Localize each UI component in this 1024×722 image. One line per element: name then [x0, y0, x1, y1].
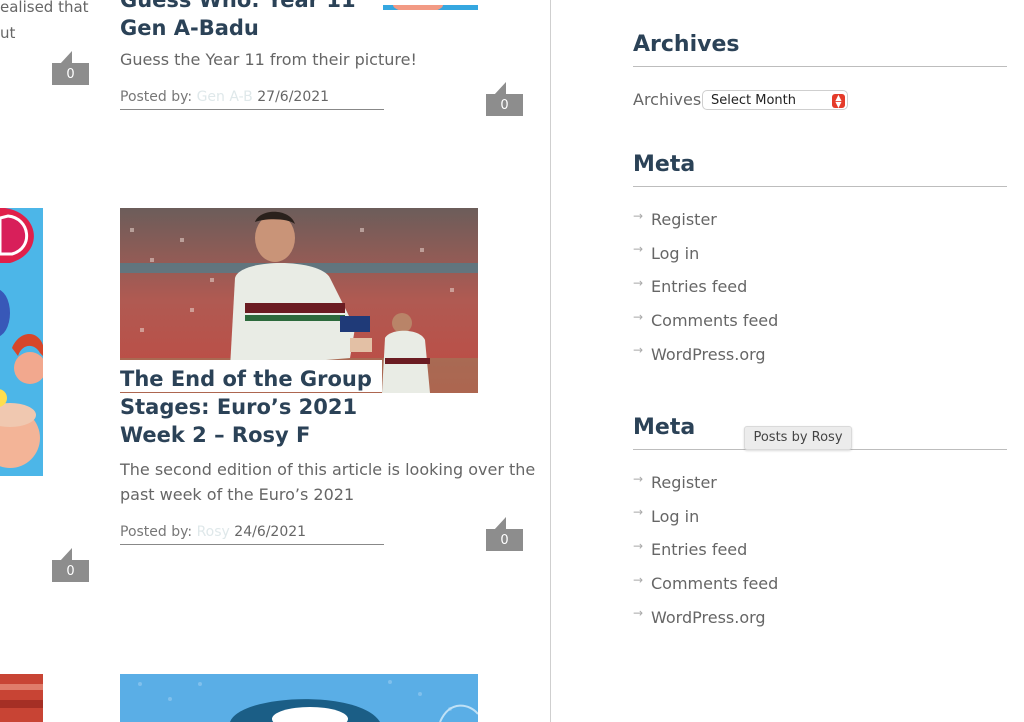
post-thumbnail[interactable]	[383, 0, 478, 10]
list-item[interactable]: → Entries feed	[633, 533, 778, 567]
arrow-right-icon: →	[633, 572, 644, 587]
meta-widget-title: Meta	[633, 150, 1007, 187]
comment-count-badge[interactable]: 0	[486, 517, 523, 551]
post-title[interactable]: Guess Who: Year 11 Gen A-Badu	[120, 0, 356, 42]
archives-widget-title: Archives	[633, 30, 1007, 67]
truncated-excerpt: ealised that ut	[0, 0, 89, 42]
list-item[interactable]: → Log in	[633, 500, 778, 534]
thumbnail-image	[120, 674, 478, 722]
meta-links: → Register → Log in → Entries feed → Comment…	[633, 203, 778, 371]
list-item[interactable]: → Entries feed	[633, 270, 778, 304]
arrow-right-icon: →	[633, 343, 644, 358]
list-item[interactable]: → WordPress.org	[633, 600, 778, 634]
cartoon-thumbnail-image	[0, 208, 43, 476]
post-meta: Posted by: Gen A-B 27/6/2021	[120, 89, 384, 110]
arrow-right-icon: →	[633, 275, 644, 290]
post-date: 27/6/2021	[257, 89, 330, 105]
post-thumbnail[interactable]	[0, 208, 43, 476]
meta-links: → Register → Log in → Entries feed → Comment…	[633, 466, 778, 634]
post-thumbnail[interactable]	[120, 674, 478, 722]
archives-label: Archives	[633, 90, 702, 109]
post-excerpt: Guess the Year 11 from their picture!	[120, 50, 417, 69]
arrow-right-icon: →	[633, 242, 644, 257]
arrow-right-icon: →	[633, 505, 644, 520]
thumbnail-image	[0, 674, 43, 722]
comment-count-badge[interactable]: 0	[486, 82, 523, 116]
list-item[interactable]: → WordPress.org	[633, 337, 778, 371]
arrow-right-icon: →	[633, 309, 644, 324]
post-meta: Posted by: Rosy 24/6/2021	[120, 524, 384, 545]
list-item[interactable]: → Comments feed	[633, 567, 778, 601]
author-link[interactable]: Gen A-B	[197, 89, 253, 105]
author-tooltip: Posts by Rosy	[744, 426, 852, 450]
post-date: 24/6/2021	[234, 524, 307, 540]
thumbnail-image	[383, 0, 478, 10]
list-item[interactable]: → Log in	[633, 237, 778, 271]
post-thumbnail[interactable]	[0, 674, 43, 722]
list-item[interactable]: → Register	[633, 466, 778, 500]
comment-count-badge[interactable]: 0	[52, 51, 89, 85]
arrow-right-icon: →	[633, 208, 644, 223]
arrow-right-icon: →	[633, 538, 644, 553]
list-item[interactable]: → Register	[633, 203, 778, 237]
chevron-up-down-icon: ▲ ▼	[832, 94, 845, 109]
archives-month-select[interactable]: Select Month ▲ ▼	[702, 90, 848, 110]
post-title[interactable]: The End of the Group Stages: Euro’s 2021…	[120, 365, 372, 449]
arrow-right-icon: →	[633, 471, 644, 486]
column-divider	[550, 0, 551, 722]
list-item[interactable]: → Comments feed	[633, 304, 778, 338]
comment-count-badge[interactable]: 0	[52, 548, 89, 582]
author-link[interactable]: Rosy	[197, 524, 230, 540]
arrow-right-icon: →	[633, 606, 644, 621]
post-excerpt: The second edition of this article is lo…	[120, 460, 536, 504]
